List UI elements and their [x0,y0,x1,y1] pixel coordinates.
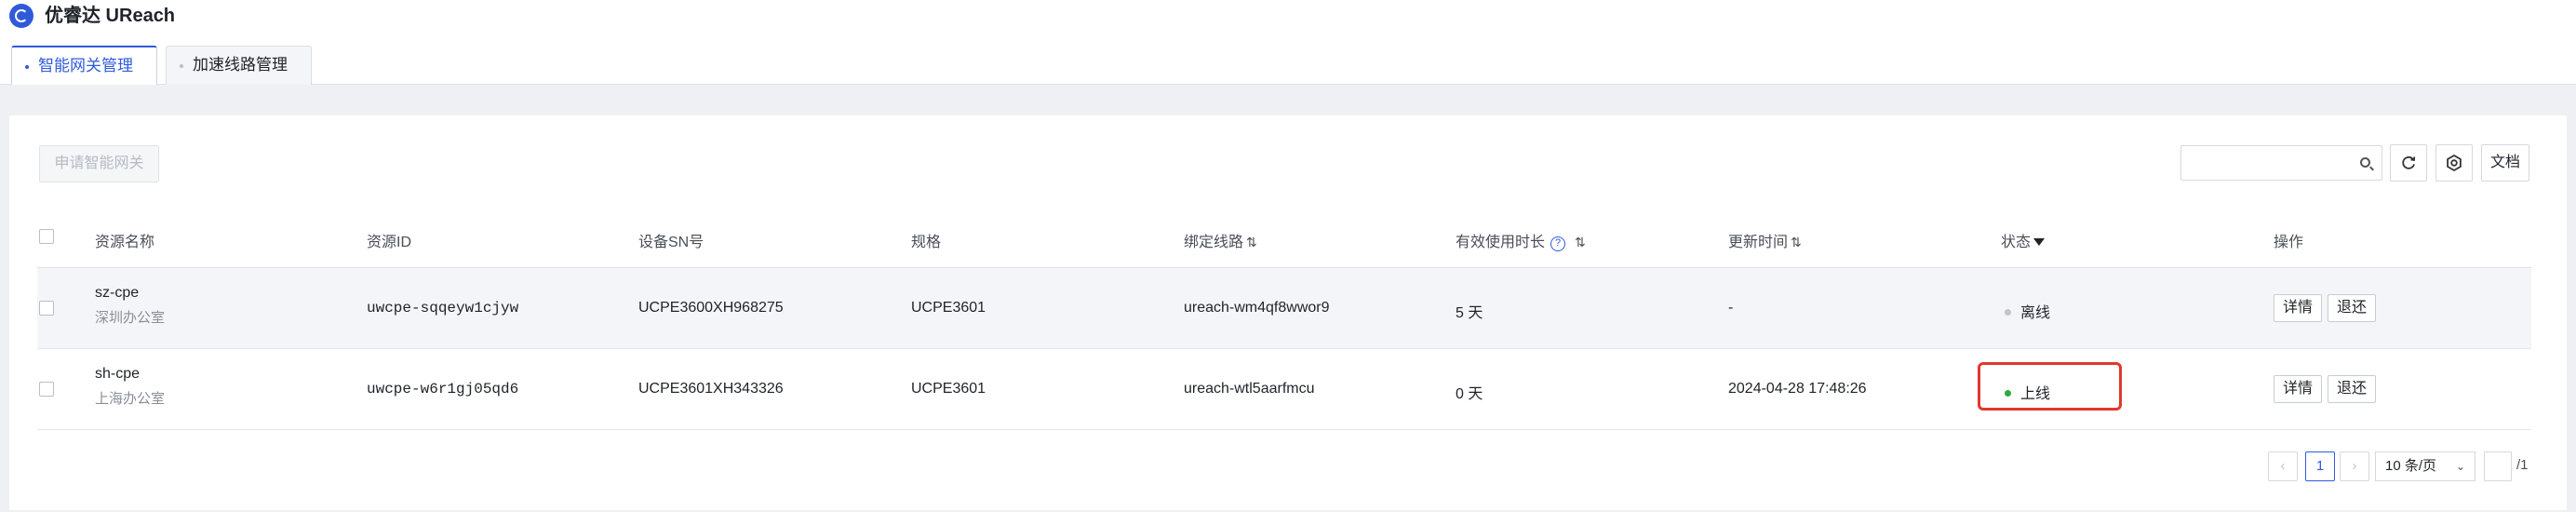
column-header-status: 状态 [2001,235,2032,250]
column-header-sn: 设备SN号 [638,235,704,250]
status-dot-icon [2005,309,2011,316]
spec: UCPE3601 [911,300,986,316]
top-bar: 优睿达 UReach 智能网关管理 加速线路管理 [0,0,2576,85]
chevron-down-icon: ⌄ [2455,460,2465,473]
status-label: 离线 [2020,305,2051,321]
ureach-logo-icon [9,4,34,28]
details-button[interactable]: 详情 [2274,294,2322,322]
total-pages: /1 [2516,457,2529,473]
column-header-actions: 操作 [2274,235,2304,250]
column-header-line-wrap[interactable]: 绑定线路 ⇅ [1184,229,1257,251]
search-icon[interactable] [2360,157,2370,168]
resource-name: sz-cpe [95,285,140,301]
column-header-updated-wrap[interactable]: 更新时间 ⇅ [1728,229,1802,251]
row-checkbox[interactable] [39,301,54,316]
column-header-id: 资源ID [367,235,412,250]
page-size-select[interactable]: 10 条/页 ⌄ [2375,451,2475,481]
column-header-status-wrap[interactable]: 状态 [2001,229,2046,251]
resource-name: sh-cpe [95,366,141,382]
resource-name-cell: sh-cpe 上海办公室 [95,366,165,408]
status-badge: 离线 [2005,300,2050,322]
column-header-updated: 更新时间 [1728,235,1789,250]
tab-dot-icon [180,64,183,68]
valid-duration: 5 天 [1456,305,1483,321]
settings-button[interactable] [2435,144,2473,182]
page-jump-input[interactable] [2484,451,2512,481]
column-header-duration: 有效使用时长 [1456,235,1546,250]
device-sn: UCPE3600XH968275 [638,300,784,316]
table-header-row: 资源名称 资源ID 设备SN号 规格 绑定线路 ⇅ 有效使用时长? ⇅ 更新时间 ⇅ … [37,210,2531,268]
prev-page-button[interactable]: ‹ [2268,451,2298,481]
refresh-button[interactable] [2390,144,2427,182]
bound-line: ureach-wm4qf8wwor9 [1184,300,1330,316]
tab-label: 加速线路管理 [193,56,288,74]
details-button[interactable]: 详情 [2274,375,2322,403]
table-row: sh-cpe 上海办公室 uwcpe-w6r1gj05qd6 UCPE3601X… [37,349,2531,430]
column-header-duration-wrap[interactable]: 有效使用时长? ⇅ [1456,229,1586,251]
filter-icon[interactable] [2033,238,2046,246]
refresh-icon [2402,155,2416,169]
update-time: 2024-04-28 17:48:26 [1728,381,1867,397]
valid-duration: 0 天 [1456,386,1483,402]
app-title: 优睿达 UReach [45,6,176,26]
page-1-button[interactable]: 1 [2305,451,2335,481]
select-all-checkbox[interactable] [39,229,54,244]
tab-dot-icon [25,65,29,69]
bound-line: ureach-wtl5aarfmcu [1184,381,1315,397]
return-button[interactable]: 退还 [2328,375,2376,403]
tab-acceleration-line-management[interactable]: 加速线路管理 [166,46,312,85]
search-input[interactable] [2191,147,2358,179]
search-box[interactable] [2180,145,2382,181]
resource-location: 上海办公室 [95,391,166,407]
row-checkbox[interactable] [39,382,54,397]
table-row: sz-cpe 深圳办公室 uwcpe-sqqeyw1cjyw UCPE3600X… [37,268,2531,349]
settings-gear-icon [2447,154,2462,172]
next-page-button[interactable]: › [2340,451,2369,481]
column-header-line: 绑定线路 [1184,235,1244,250]
page-size-value: 10 条/页 [2385,458,2437,474]
resource-location: 深圳办公室 [95,310,166,326]
resource-id: uwcpe-sqqeyw1cjyw [367,300,519,317]
sort-icon[interactable]: ⇅ [1246,235,1257,249]
resource-id: uwcpe-w6r1gj05qd6 [367,381,519,397]
update-time: - [1728,300,1734,316]
column-header-spec: 规格 [911,235,942,250]
spec: UCPE3601 [911,381,986,397]
help-icon[interactable]: ? [1550,236,1566,251]
status-highlight-box [1978,362,2122,411]
resource-name-cell: sz-cpe 深圳办公室 [95,285,165,327]
return-button[interactable]: 退还 [2328,294,2376,322]
column-header-name: 资源名称 [95,235,155,250]
apply-gateway-button[interactable]: 申请智能网关 [39,145,159,182]
device-sn: UCPE3601XH343326 [638,381,784,397]
sort-icon[interactable]: ⇅ [1791,235,1802,249]
docs-button[interactable]: 文档 [2481,144,2529,182]
sort-icon[interactable]: ⇅ [1575,235,1586,249]
tab-gateway-management[interactable]: 智能网关管理 [11,46,157,85]
tab-label: 智能网关管理 [38,57,133,74]
